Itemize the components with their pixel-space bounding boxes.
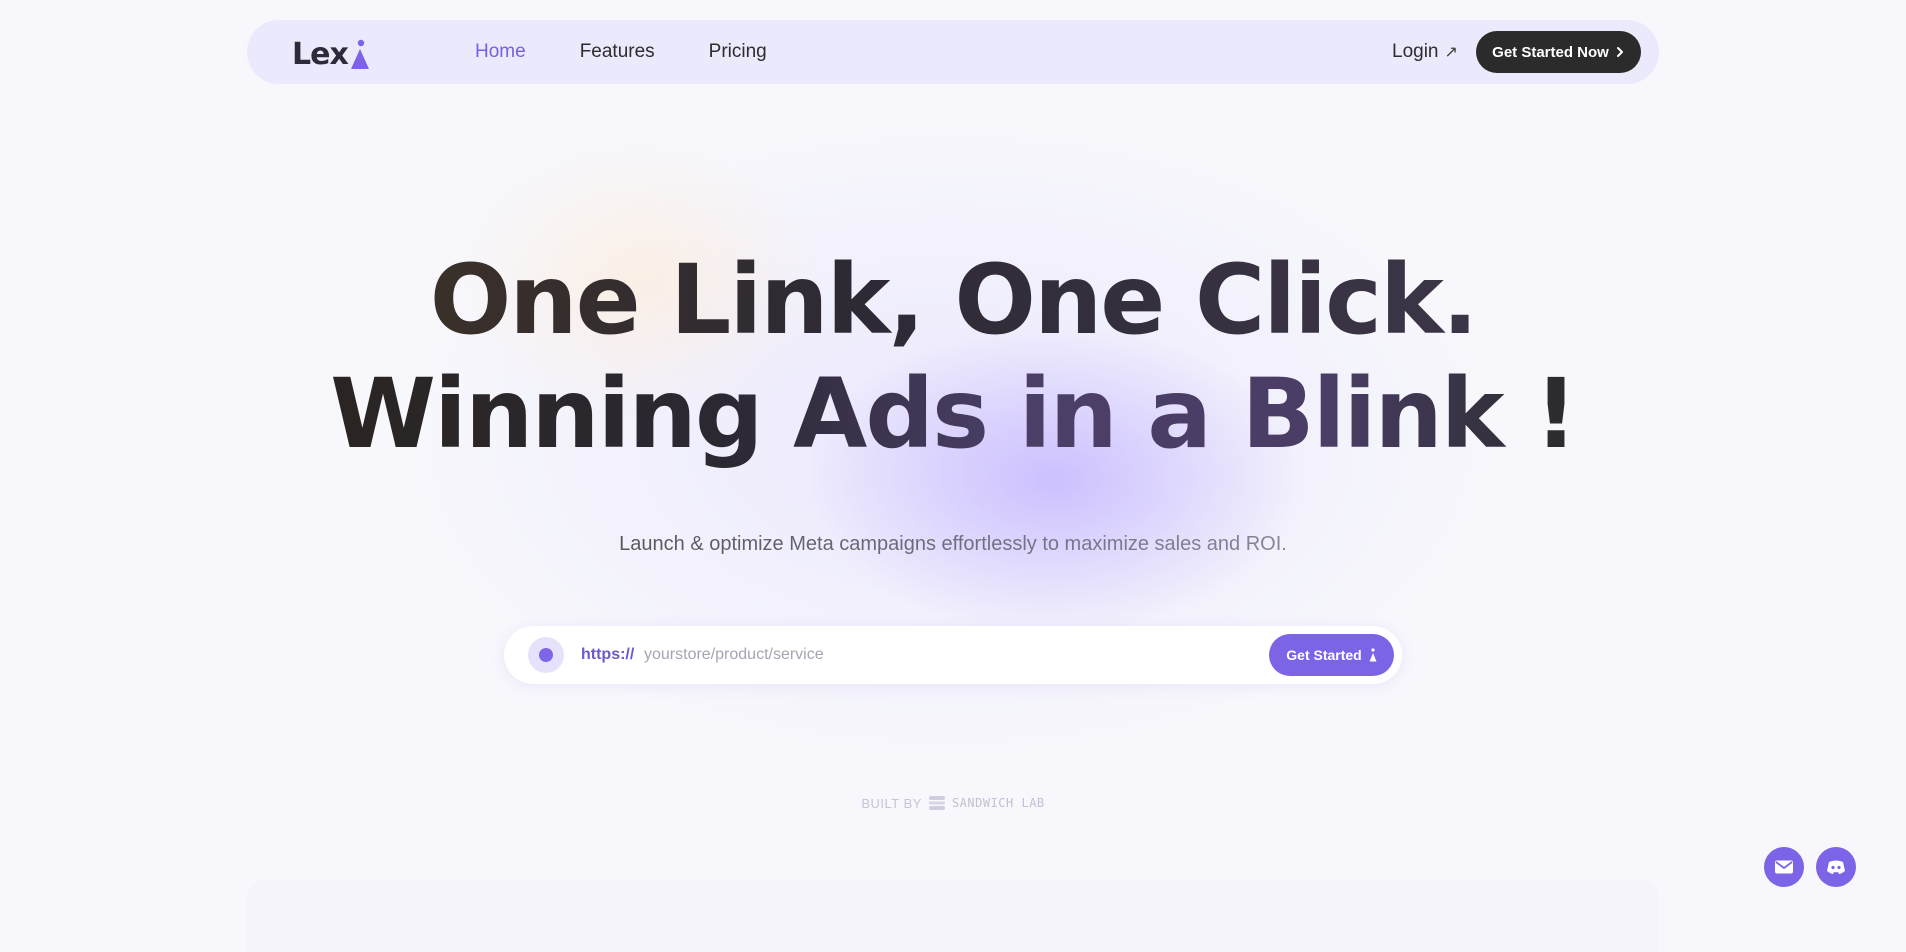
get-started-now-label: Get Started Now (1492, 43, 1609, 61)
top-navbar: Lex Home Features Pricing Login ↗ Get St… (247, 20, 1659, 84)
mail-icon (1775, 860, 1793, 874)
url-prefix: https:// (581, 646, 635, 663)
built-by: BUILT BY SANDWICH LAB (0, 795, 1906, 811)
get-started-label: Get Started (1286, 647, 1362, 663)
discord-button[interactable] (1816, 847, 1856, 887)
external-arrow-icon: ↗ (1444, 44, 1458, 61)
hero-subtitle: Launch & optimize Meta campaigns effortl… (0, 533, 1906, 556)
built-by-label: BUILT BY (861, 795, 922, 811)
email-button[interactable] (1764, 847, 1804, 887)
section-preview-card (247, 880, 1659, 952)
hero-title-line-2: Winning Ads in a Blink ! (330, 358, 1578, 470)
login-link[interactable]: Login ↗ (1392, 20, 1458, 84)
nav-links: Home Features Pricing (475, 20, 767, 84)
nav-link-pricing[interactable]: Pricing (709, 41, 767, 63)
hero-title-line-1: One Link, One Click. (429, 244, 1479, 356)
nav-link-features[interactable]: Features (580, 41, 655, 63)
nav-link-home[interactable]: Home (475, 41, 526, 63)
logo-mark-icon (350, 39, 369, 69)
logo-text: Lex (292, 37, 349, 72)
url-input[interactable] (644, 640, 1254, 670)
built-by-brand[interactable]: SANDWICH LAB (952, 796, 1045, 810)
discord-icon (1827, 860, 1845, 874)
url-form: https:// Get Started (504, 626, 1402, 684)
login-label: Login (1392, 41, 1439, 62)
get-started-now-button[interactable]: Get Started Now (1476, 31, 1641, 73)
radio-dot-icon (528, 637, 564, 673)
sandwich-icon (928, 796, 945, 810)
logo[interactable]: Lex (292, 34, 370, 70)
lexi-mark-icon (1369, 648, 1377, 662)
chevron-right-icon (1616, 47, 1623, 57)
get-started-button[interactable]: Get Started (1269, 634, 1394, 676)
